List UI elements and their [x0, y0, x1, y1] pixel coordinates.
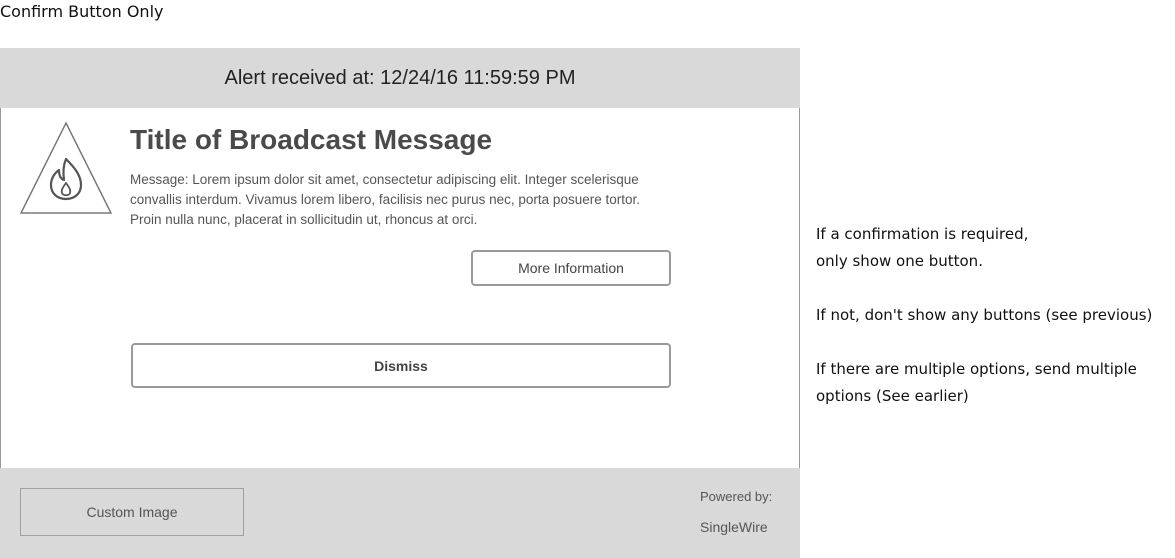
annotation-line: If there are multiple options, send mult… [816, 360, 1137, 378]
custom-image-placeholder: Custom Image [20, 488, 244, 536]
page-label: Confirm Button Only [0, 2, 164, 21]
annotation-line: If not, don't show any buttons (see prev… [816, 306, 1153, 324]
alert-footer: Custom Image Powered by: SingleWire [0, 468, 800, 558]
custom-image-label: Custom Image [86, 504, 178, 520]
dismiss-button[interactable]: Dismiss [131, 343, 671, 388]
alert-header: Alert received at: 12/24/16 11:59:59 PM [0, 48, 800, 108]
fire-hazard-icon [19, 121, 113, 214]
message-text: Message: Lorem ipsum dolor sit amet, con… [130, 172, 640, 227]
more-information-button[interactable]: More Information [471, 250, 671, 286]
more-information-label: More Information [518, 260, 624, 276]
annotation-line: only show one button. [816, 252, 983, 270]
annotation-confirmation: If a confirmation is required, only show… [816, 221, 1171, 275]
alert-received-time: Alert received at: 12/24/16 11:59:59 PM [224, 66, 576, 89]
annotation-line: If a confirmation is required, [816, 225, 1029, 243]
annotation-no-buttons: If not, don't show any buttons (see prev… [816, 302, 1171, 329]
annotation-line: options (See earlier) [816, 387, 969, 405]
annotation-multiple-options: If there are multiple options, send mult… [816, 356, 1171, 410]
powered-by-brand: SingleWire [700, 519, 768, 535]
dismiss-label: Dismiss [374, 357, 428, 374]
alert-card: Alert received at: 12/24/16 11:59:59 PM … [0, 48, 800, 558]
message-title: Title of Broadcast Message [130, 124, 493, 155]
alert-body: Title of Broadcast Message Message: Lore… [0, 108, 800, 468]
powered-by-label: Powered by: [700, 489, 773, 504]
